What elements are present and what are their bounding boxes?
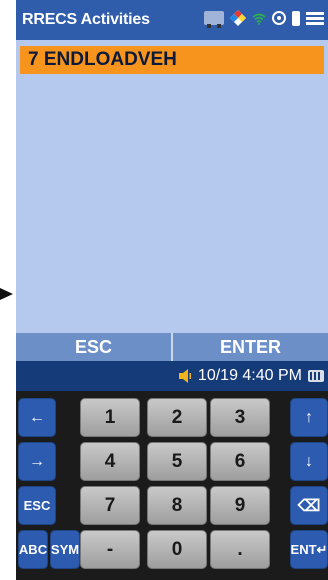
key-6[interactable]: 6 [210,442,270,481]
key-2[interactable]: 2 [147,398,207,437]
title-bar: RRECS Activities [16,0,328,40]
down-arrow-key[interactable]: ↓ [290,442,328,481]
key-1[interactable]: 1 [80,398,140,437]
hazard-diamond-icon [230,10,246,26]
key-dot[interactable]: . [210,530,270,569]
backspace-key[interactable]: ⌫ [290,486,328,525]
device-screen: RRECS Activities 7 ENDLOADVEH ESC ENTER [16,0,328,580]
left-arrow-key[interactable]: ← [18,398,56,437]
key-9[interactable]: 9 [210,486,270,525]
app-title: RRECS Activities [22,11,150,28]
abc-key[interactable]: ABC [18,530,48,569]
enter-softkey[interactable]: ENTER [171,333,328,361]
right-arrow-key[interactable]: → [18,442,56,481]
location-icon [272,11,286,25]
keypad: ← 1 2 3 ↑ → 4 5 6 ↓ ESC 7 8 9 ⌫ ABC SYM … [16,391,328,580]
ent-key[interactable]: ENT↵ [290,530,328,569]
key-minus[interactable]: - [80,530,140,569]
wifi-icon [252,12,266,25]
status-icons [204,10,324,28]
speaker-icon[interactable] [178,368,192,384]
esc-key[interactable]: ESC [18,486,56,525]
key-4[interactable]: 4 [80,442,140,481]
truck-icon [204,11,224,28]
up-arrow-key[interactable]: ↑ [290,398,328,437]
battery-icon [292,10,300,26]
pointer-arrow-icon [0,288,13,300]
softkey-bar: ESC ENTER [16,333,328,361]
activity-item[interactable]: 7 ENDLOADVEH [20,46,324,74]
menu-icon[interactable] [306,11,324,25]
esc-softkey[interactable]: ESC [16,333,171,361]
key-5[interactable]: 5 [147,442,207,481]
key-7[interactable]: 7 [80,486,140,525]
keyboard-icon[interactable] [308,370,324,382]
activity-list: 7 ENDLOADVEH [16,40,328,333]
date-time: 10/19 4:40 PM [197,367,302,384]
key-0[interactable]: 0 [147,530,207,569]
sym-key[interactable]: SYM [50,530,80,569]
key-8[interactable]: 8 [147,486,207,525]
key-3[interactable]: 3 [210,398,270,437]
status-bar: 10/19 4:40 PM [16,361,328,391]
activity-label: 7 ENDLOADVEH [28,49,177,70]
